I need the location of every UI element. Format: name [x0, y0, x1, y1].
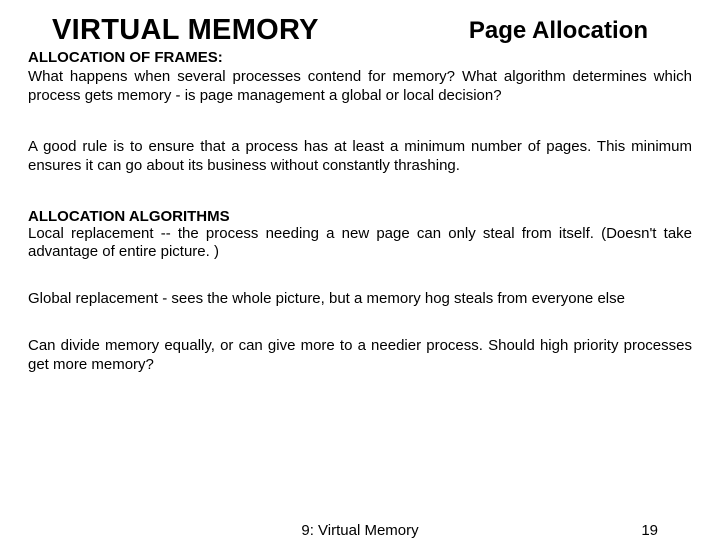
slide-title-left: VIRTUAL MEMORY [28, 14, 319, 47]
paragraph-local-replacement: Local replacement -- the process needing… [28, 225, 692, 263]
subheading-allocation-algorithms: ALLOCATION ALGORITHMS [28, 208, 692, 225]
paragraph-intro: What happens when several processes cont… [28, 68, 692, 106]
footer-page-number: 19 [641, 522, 658, 539]
footer-chapter: 9: Virtual Memory [301, 522, 418, 539]
header-row: VIRTUAL MEMORY Page Allocation [28, 14, 692, 47]
slide-title-right: Page Allocation [469, 17, 692, 45]
paragraph-divide-memory: Can divide memory equally, or can give m… [28, 337, 692, 375]
paragraph-global-replacement: Global replacement - sees the whole pict… [28, 290, 692, 309]
slide: VIRTUAL MEMORY Page Allocation ALLOCATIO… [0, 0, 720, 540]
paragraph-min-pages: A good rule is to ensure that a process … [28, 138, 692, 176]
subheading-allocation-frames: ALLOCATION OF FRAMES: [28, 49, 692, 66]
